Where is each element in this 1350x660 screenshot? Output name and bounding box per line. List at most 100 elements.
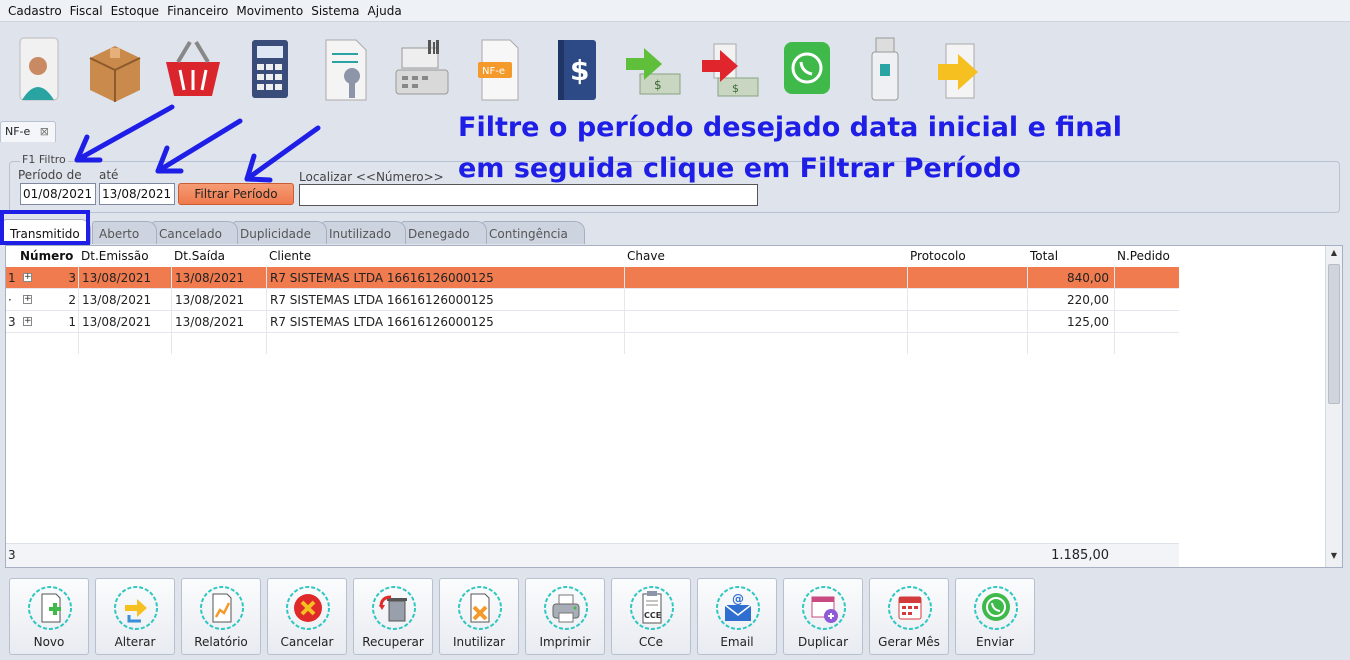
- generate-month-button-label: Gerar Mês: [878, 635, 940, 649]
- person-icon[interactable]: [4, 34, 74, 106]
- print-button-label: Imprimir: [539, 635, 591, 649]
- menu-ajuda[interactable]: Ajuda: [364, 4, 406, 18]
- cancel-button[interactable]: Cancelar: [267, 578, 347, 655]
- cell-emissao: 13/08/2021: [82, 271, 152, 285]
- grid-footer: 3 1.185,00: [6, 543, 1179, 567]
- duplicate-button[interactable]: Duplicar: [783, 578, 863, 655]
- tab-duplicidade[interactable]: Duplicidade: [233, 221, 327, 244]
- svg-text:$: $: [654, 78, 662, 92]
- export-icon[interactable]: [926, 34, 996, 106]
- recover-button[interactable]: Recuperar: [353, 578, 433, 655]
- scroll-down-icon[interactable]: ▼: [1327, 551, 1341, 565]
- expand-icon[interactable]: +: [23, 273, 32, 282]
- cce-button[interactable]: CCE CCe: [611, 578, 691, 655]
- usb-drive-icon[interactable]: [850, 34, 920, 106]
- money-out-icon[interactable]: $: [696, 34, 766, 106]
- col-emissao[interactable]: Dt.Emissão: [81, 249, 149, 263]
- report-chart-icon: [200, 586, 244, 630]
- status-tabs: Contingência Denegado Inutilizado Duplic…: [0, 219, 1350, 244]
- vertical-scrollbar[interactable]: ▲ ▼: [1325, 246, 1342, 567]
- menu-financeiro[interactable]: Financeiro: [163, 4, 232, 18]
- menu-sistema[interactable]: Sistema: [307, 4, 363, 18]
- duplicate-button-label: Duplicar: [797, 635, 848, 649]
- whatsapp-icon[interactable]: [772, 34, 842, 106]
- invalidate-button-label: Inutilizar: [452, 635, 506, 649]
- col-chave[interactable]: Chave: [627, 249, 665, 263]
- tab-inutilizado[interactable]: Inutilizado: [322, 221, 406, 244]
- table-row[interactable]: 3 + 1 13/08/2021 13/08/2021 R7 SISTEMAS …: [6, 311, 1179, 333]
- column-divider: [1027, 266, 1028, 354]
- expand-icon[interactable]: +: [23, 295, 32, 304]
- row-indicator: 1: [8, 271, 16, 285]
- annotation-line-1: Filtre o período desejado data inicial e…: [458, 112, 1123, 143]
- date-from-input[interactable]: [20, 183, 96, 205]
- cell-numero: 3: [68, 271, 76, 285]
- box-icon[interactable]: [80, 34, 150, 106]
- nfe-document-icon[interactable]: NF-e: [464, 34, 534, 106]
- cell-saida: 13/08/2021: [175, 271, 245, 285]
- printer-icon: [544, 586, 588, 630]
- column-divider: [78, 266, 79, 354]
- invalidate-button[interactable]: Inutilizar: [439, 578, 519, 655]
- cell-emissao: 13/08/2021: [82, 293, 152, 307]
- column-divider: [907, 266, 908, 354]
- grid-header: Número Dt.Emissão Dt.Saída Cliente Chave…: [6, 246, 1326, 266]
- tab-transmitido[interactable]: Transmitido: [3, 219, 91, 244]
- menu-cadastro[interactable]: Cadastro: [4, 4, 66, 18]
- generate-month-button[interactable]: Gerar Mês: [869, 578, 949, 655]
- send-button-label: Enviar: [976, 635, 1014, 649]
- menu-estoque[interactable]: Estoque: [107, 4, 164, 18]
- edit-button-label: Alterar: [114, 635, 156, 649]
- money-in-icon[interactable]: $: [618, 34, 688, 106]
- cell-total: 220,00: [1067, 293, 1109, 307]
- cash-register-icon[interactable]: [386, 34, 456, 106]
- report-button-label: Relatório: [194, 635, 248, 649]
- basket-icon[interactable]: [158, 34, 228, 106]
- cell-cliente: R7 SISTEMAS LTDA 16616126000125: [270, 293, 494, 307]
- period-to-label: até: [99, 168, 119, 182]
- edit-arrows-icon: [114, 586, 158, 630]
- col-cliente[interactable]: Cliente: [269, 249, 311, 263]
- tutorial-annotation: Filtre o período desejado data inicial e…: [458, 107, 1158, 189]
- col-saida[interactable]: Dt.Saída: [174, 249, 225, 263]
- row-indicator: ·: [8, 293, 12, 307]
- invalidate-document-icon: [458, 586, 502, 630]
- new-button[interactable]: Novo: [9, 578, 89, 655]
- calendar-icon: [888, 586, 932, 630]
- print-button[interactable]: Imprimir: [525, 578, 605, 655]
- filter-period-button[interactable]: Filtrar Período: [178, 183, 294, 205]
- date-to-input[interactable]: [99, 183, 175, 205]
- cell-total: 125,00: [1067, 315, 1109, 329]
- tab-aberto[interactable]: Aberto: [92, 221, 157, 244]
- col-protocolo[interactable]: Protocolo: [910, 249, 966, 263]
- recover-button-label: Recuperar: [362, 635, 424, 649]
- cancel-button-label: Cancelar: [280, 635, 334, 649]
- expand-icon[interactable]: +: [23, 317, 32, 326]
- col-total[interactable]: Total: [1030, 249, 1058, 263]
- document-key-icon[interactable]: [310, 34, 380, 106]
- edit-button[interactable]: Alterar: [95, 578, 175, 655]
- document-tab-nfe[interactable]: NF-e ⊠: [0, 121, 56, 142]
- cancel-x-icon: [286, 586, 330, 630]
- tab-contingencia[interactable]: Contingência: [482, 221, 585, 244]
- tab-denegado[interactable]: Denegado: [401, 221, 487, 244]
- close-icon[interactable]: ⊠: [40, 125, 49, 138]
- report-button[interactable]: Relatório: [181, 578, 261, 655]
- menu-fiscal[interactable]: Fiscal: [66, 4, 107, 18]
- table-row[interactable]: 1 + 3 13/08/2021 13/08/2021 R7 SISTEMAS …: [6, 267, 1179, 289]
- footer-count: 3: [8, 548, 16, 562]
- send-button[interactable]: Enviar: [955, 578, 1035, 655]
- col-numero[interactable]: Número: [20, 249, 73, 263]
- menu-movimento[interactable]: Movimento: [232, 4, 307, 18]
- col-pedido[interactable]: N.Pedido: [1117, 249, 1170, 263]
- cce-button-label: CCe: [638, 635, 664, 649]
- money-book-icon[interactable]: $: [542, 34, 612, 106]
- filter-legend: F1 Filtro: [20, 153, 68, 166]
- scroll-up-icon[interactable]: ▲: [1327, 248, 1341, 262]
- scroll-thumb[interactable]: [1328, 264, 1340, 404]
- cell-numero: 1: [68, 315, 76, 329]
- tab-cancelado[interactable]: Cancelado: [152, 221, 238, 244]
- table-row[interactable]: · + 2 13/08/2021 13/08/2021 R7 SISTEMAS …: [6, 289, 1179, 311]
- calculator-icon[interactable]: [234, 34, 304, 106]
- email-button[interactable]: @ Email: [697, 578, 777, 655]
